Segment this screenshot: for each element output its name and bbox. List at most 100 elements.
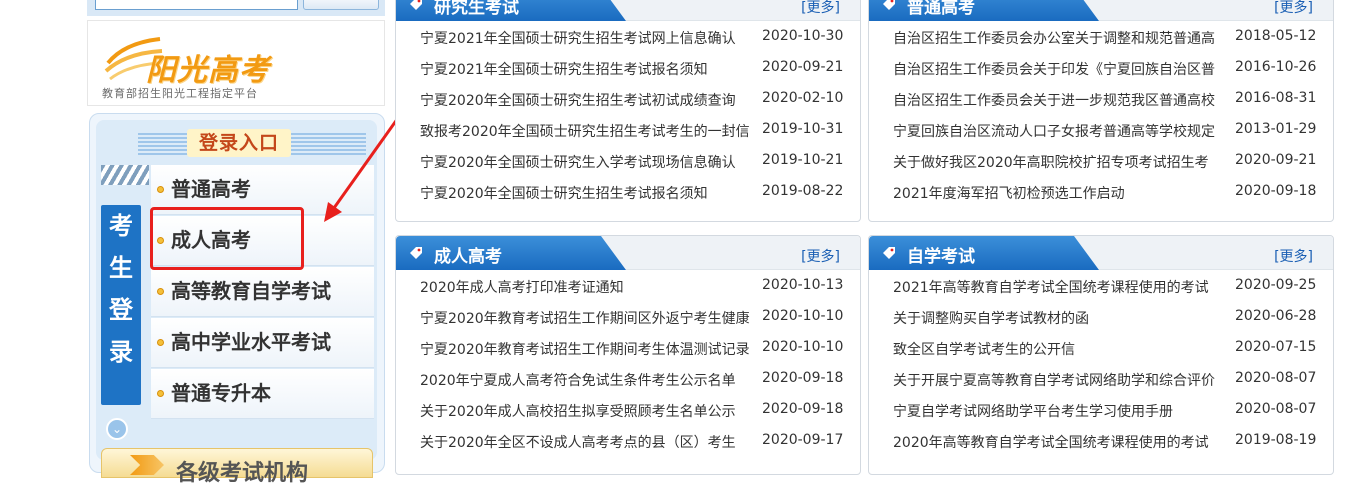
panel-title: 自学考试 bbox=[907, 247, 975, 267]
search-button[interactable] bbox=[303, 0, 379, 10]
news-row: 关于2020年成人高校招生拟享受照顾考生名单公示 2020-09-18 bbox=[396, 394, 860, 425]
bullet-icon bbox=[157, 390, 164, 397]
news-link[interactable]: 2020年宁夏成人高考符合免试生条件考生公示名单 bbox=[420, 370, 753, 390]
news-date: 2020-09-17 bbox=[762, 432, 844, 448]
login-item-label: 高中学业水平考试 bbox=[171, 330, 331, 354]
news-link[interactable]: 宁夏2020年教育考试招生工作期间区外返宁考生健康 bbox=[420, 308, 753, 328]
exam-login-menu: 普通高考 成人高考 高等教育自学考试 高中学业水平考试 普通专升本 bbox=[151, 165, 374, 420]
news-row: 2020年成人高考打印准考证通知 2020-10-13 bbox=[396, 270, 860, 301]
news-link[interactable]: 宁夏2021年全国硕士研究生招生考试报名须知 bbox=[420, 59, 753, 79]
news-row: 宁夏自学考试网络助学平台考生学习使用手册 2020-08-07 bbox=[869, 394, 1333, 425]
news-link[interactable]: 宁夏2020年全国硕士研究生招生考试报名须知 bbox=[420, 183, 753, 203]
login-item-upgrade[interactable]: 普通专升本 bbox=[151, 369, 374, 419]
exam-institutions-label: 各级考试机构 bbox=[176, 461, 309, 486]
news-link[interactable]: 2020年成人高考打印准考证通知 bbox=[420, 277, 753, 297]
news-row: 自治区招生工作委员会关于印发《宁夏回族自治区普 2016-10-26 bbox=[869, 52, 1333, 83]
login-item-label: 普通专升本 bbox=[171, 381, 271, 405]
news-link[interactable]: 宁夏自学考试网络助学平台考生学习使用手册 bbox=[893, 401, 1226, 421]
news-row: 关于2020年全区不设成人高考考点的县（区）考生 2020-09-17 bbox=[396, 425, 860, 456]
news-date: 2013-01-29 bbox=[1235, 121, 1317, 137]
news-row: 关于开展宁夏高等教育自学考试网络助学和综合评价 2020-08-07 bbox=[869, 363, 1333, 394]
news-link[interactable]: 关于调整购买自学考试教材的函 bbox=[893, 308, 1226, 328]
news-row: 关于做好我区2020年高职院校扩招专项考试招生考 2020-09-21 bbox=[869, 145, 1333, 176]
panel-tab: 普通高考 bbox=[869, 0, 1099, 21]
tag-icon bbox=[410, 247, 422, 259]
news-row: 2021年度海军招飞初检预选工作启动 2020-09-18 bbox=[869, 176, 1333, 207]
news-list: 2021年高等教育自学考试全国统考课程使用的考试 2020-09-25 关于调整购… bbox=[869, 270, 1333, 456]
news-row: 宁夏2021年全国硕士研究生招生考试网上信息确认 2020-10-30 bbox=[396, 21, 860, 52]
news-list: 宁夏2021年全国硕士研究生招生考试网上信息确认 2020-10-30 宁夏202… bbox=[396, 21, 860, 207]
news-date: 2016-08-31 bbox=[1235, 90, 1317, 106]
news-link[interactable]: 关于2020年成人高校招生拟享受照顾考生名单公示 bbox=[420, 401, 753, 421]
news-date: 2020-08-07 bbox=[1235, 370, 1317, 386]
tag-icon bbox=[883, 0, 895, 10]
news-row: 2020年高等教育自学考试全国统考课程使用的考试 2019-08-19 bbox=[869, 425, 1333, 456]
arrow-decoration-icon bbox=[130, 455, 164, 475]
panel-tab: 成人高考 bbox=[396, 236, 626, 270]
news-date: 2020-07-15 bbox=[1235, 339, 1317, 355]
news-date: 2020-08-07 bbox=[1235, 401, 1317, 417]
search-input[interactable] bbox=[95, 0, 298, 10]
news-date: 2020-09-18 bbox=[1235, 183, 1317, 199]
annotation-highlight-box bbox=[150, 207, 304, 270]
news-date: 2020-10-13 bbox=[762, 277, 844, 293]
tag-icon bbox=[883, 247, 895, 259]
panel-header: 研究生考试 [更多] bbox=[396, 0, 860, 21]
bullet-icon bbox=[157, 288, 164, 295]
side-label-char: 生 bbox=[109, 253, 133, 282]
news-date: 2018-05-12 bbox=[1235, 28, 1317, 44]
panel-header: 普通高考 [更多] bbox=[869, 0, 1333, 21]
login-item-self-study[interactable]: 高等教育自学考试 bbox=[151, 267, 374, 317]
news-link[interactable]: 关于2020年全区不设成人高考考点的县（区）考生 bbox=[420, 432, 753, 452]
tag-icon bbox=[410, 0, 422, 10]
news-link[interactable]: 宁夏回族自治区流动人口子女报考普通高等学校规定 bbox=[893, 121, 1226, 141]
login-item-label: 普通高考 bbox=[171, 177, 251, 201]
news-row: 自治区招生工作委员会办公室关于调整和规范普通高 2018-05-12 bbox=[869, 21, 1333, 52]
news-link[interactable]: 自治区招生工作委员会办公室关于调整和规范普通高 bbox=[893, 28, 1226, 48]
chevron-down-icon[interactable]: ⌄ bbox=[106, 418, 128, 440]
news-row: 宁夏2020年全国硕士研究生招生考试报名须知 2019-08-22 bbox=[396, 176, 860, 207]
exam-institutions-tab[interactable]: 各级考试机构 bbox=[101, 448, 373, 486]
news-date: 2020-09-18 bbox=[762, 370, 844, 386]
panel-tab: 自学考试 bbox=[869, 236, 1099, 270]
news-link[interactable]: 宁夏2020年全国硕士研究生招生考试初试成绩查询 bbox=[420, 90, 753, 110]
news-link[interactable]: 自治区招生工作委员会关于印发《宁夏回族自治区普 bbox=[893, 59, 1226, 79]
news-row: 2021年高等教育自学考试全国统考课程使用的考试 2020-09-25 bbox=[869, 270, 1333, 301]
student-login-label: 考 生 登 录 bbox=[101, 205, 141, 405]
news-link[interactable]: 宁夏2020年教育考试招生工作期间考生体温测试记录 bbox=[420, 339, 753, 359]
more-link[interactable]: [更多] bbox=[1274, 246, 1313, 266]
news-row: 宁夏2020年全国硕士研究生入学考试现场信息确认 2019-10-21 bbox=[396, 145, 860, 176]
news-date: 2020-09-21 bbox=[1235, 152, 1317, 168]
news-row: 自治区招生工作委员会关于进一步规范我区普通高校 2016-08-31 bbox=[869, 83, 1333, 114]
panel-title: 研究生考试 bbox=[434, 0, 519, 18]
news-link[interactable]: 致报考2020年全国硕士研究生招生考试考生的一封信 bbox=[420, 121, 753, 141]
news-date: 2019-10-21 bbox=[762, 152, 844, 168]
news-link[interactable]: 宁夏2021年全国硕士研究生招生考试网上信息确认 bbox=[420, 28, 753, 48]
news-date: 2020-06-28 bbox=[1235, 308, 1317, 324]
news-date: 2020-09-25 bbox=[1235, 277, 1317, 293]
panel-title: 成人高考 bbox=[434, 247, 502, 267]
news-link[interactable]: 2021年度海军招飞初检预选工作启动 bbox=[893, 183, 1226, 203]
news-link[interactable]: 关于做好我区2020年高职院校扩招专项考试招生考 bbox=[893, 152, 1226, 172]
news-row: 宁夏2021年全国硕士研究生招生考试报名须知 2020-09-21 bbox=[396, 52, 860, 83]
panel-graduate-exam: 研究生考试 [更多] 宁夏2021年全国硕士研究生招生考试网上信息确认 2020-… bbox=[395, 0, 861, 222]
panel-title: 普通高考 bbox=[907, 0, 975, 18]
news-link[interactable]: 致全区自学考试考生的公开信 bbox=[893, 339, 1226, 359]
more-link[interactable]: [更多] bbox=[801, 246, 840, 266]
sunshine-gaokao-banner[interactable]: 阳光高考 教育部招生阳光工程指定平台 bbox=[87, 20, 385, 106]
side-label-char: 考 bbox=[109, 211, 133, 240]
login-item-academic-level[interactable]: 高中学业水平考试 bbox=[151, 318, 374, 368]
login-title: 登录入口 bbox=[187, 129, 291, 157]
panel-adult-gaokao: 成人高考 [更多] 2020年成人高考打印准考证通知 2020-10-13 宁夏2… bbox=[395, 235, 861, 475]
news-link[interactable]: 关于开展宁夏高等教育自学考试网络助学和综合评价 bbox=[893, 370, 1226, 390]
news-link[interactable]: 2021年高等教育自学考试全国统考课程使用的考试 bbox=[893, 277, 1226, 297]
news-link[interactable]: 自治区招生工作委员会关于进一步规范我区普通高校 bbox=[893, 90, 1226, 110]
news-link[interactable]: 宁夏2020年全国硕士研究生入学考试现场信息确认 bbox=[420, 152, 753, 172]
sun-logo-text: 阳光高考 bbox=[146, 53, 270, 88]
more-link[interactable]: [更多] bbox=[801, 0, 840, 17]
news-date: 2020-10-30 bbox=[762, 28, 844, 44]
bullet-icon bbox=[157, 339, 164, 346]
news-date: 2020-09-18 bbox=[762, 401, 844, 417]
news-link[interactable]: 2020年高等教育自学考试全国统考课程使用的考试 bbox=[893, 432, 1226, 452]
more-link[interactable]: [更多] bbox=[1274, 0, 1313, 17]
